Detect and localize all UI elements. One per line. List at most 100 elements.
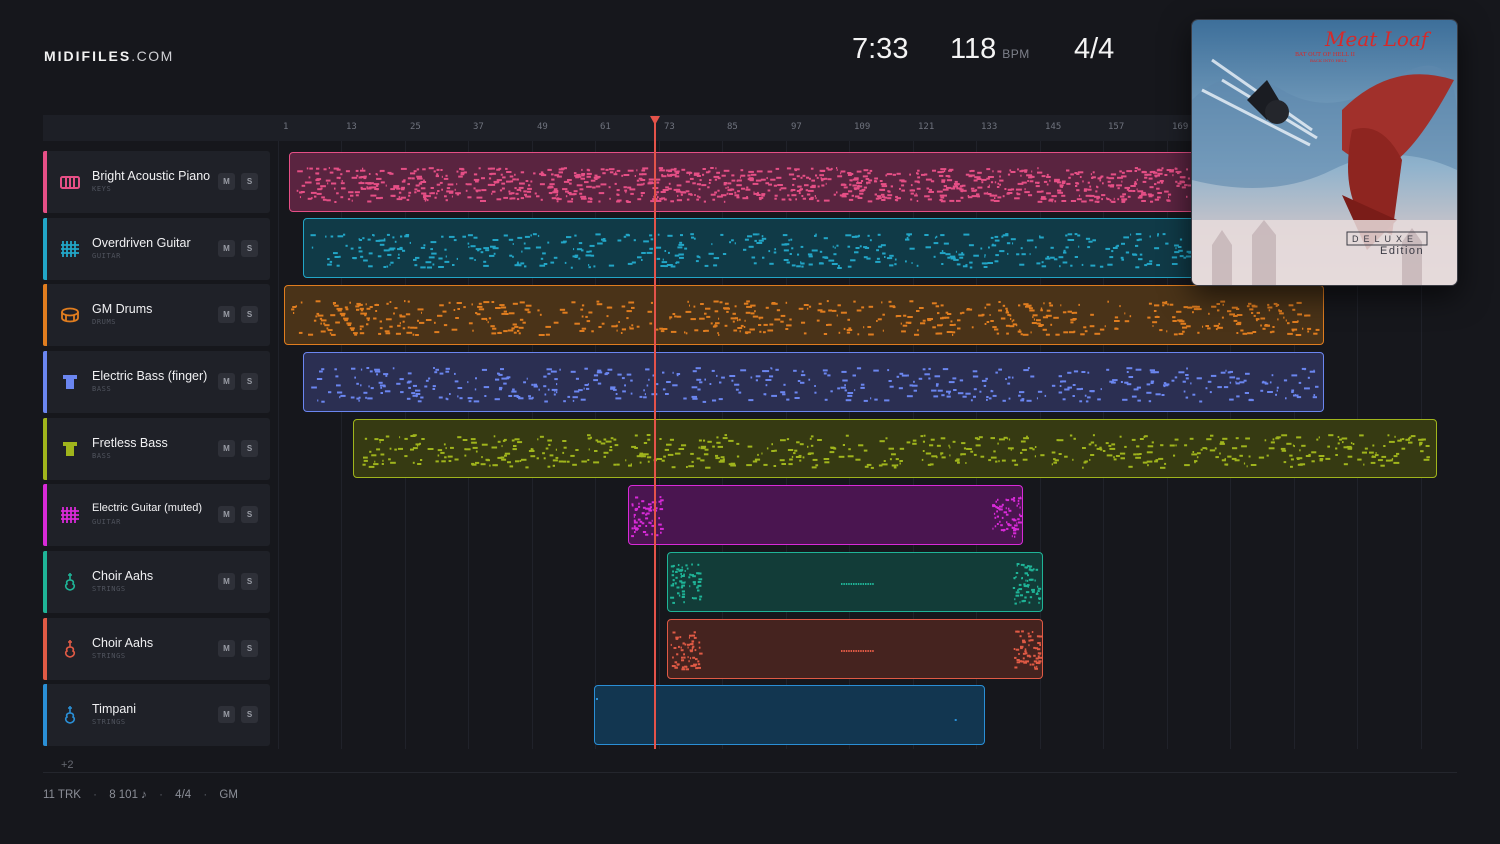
track-color-stripe <box>43 618 47 680</box>
drum-icon <box>61 307 79 323</box>
track-color-stripe <box>43 351 47 413</box>
cover-edition-label: Edition <box>1380 245 1424 257</box>
track-name: Electric Bass (finger) <box>92 369 208 383</box>
midi-clip-timpani[interactable] <box>594 685 985 745</box>
ruler-tick: 133 <box>981 122 998 132</box>
site-logo[interactable]: MIDIFILES.COM <box>44 48 174 64</box>
solo-button[interactable]: S <box>241 373 258 390</box>
mute-button[interactable]: M <box>218 640 235 657</box>
solo-button[interactable]: S <box>241 506 258 523</box>
solo-button[interactable]: S <box>241 306 258 323</box>
track-header-fretless-bass[interactable]: Fretless Bass BASS M S <box>43 418 270 480</box>
mute-button[interactable]: M <box>218 440 235 457</box>
mute-button[interactable]: M <box>218 506 235 523</box>
solo-button[interactable]: S <box>241 173 258 190</box>
footer-divider <box>43 772 1457 773</box>
tempo-readout: 118 BPM <box>950 33 1030 65</box>
track-color-stripe <box>43 218 47 280</box>
track-header-muted-guitar[interactable]: Electric Guitar (muted) GUITAR M S <box>43 484 270 546</box>
midi-clip-choir-2[interactable] <box>667 619 1043 679</box>
ruler-tick: 121 <box>918 122 935 132</box>
track-category: STRINGS <box>92 652 126 660</box>
track-header-timpani[interactable]: Timpani STRINGS M S <box>43 684 270 746</box>
ruler-tick: 109 <box>854 122 871 132</box>
track-category: STRINGS <box>92 718 126 726</box>
piano-icon <box>60 176 80 189</box>
track-color-stripe <box>43 418 47 480</box>
playhead[interactable] <box>654 123 656 749</box>
track-color-stripe <box>43 484 47 546</box>
track-category: BASS <box>92 385 112 393</box>
violin-icon <box>64 640 76 658</box>
tempo-unit: BPM <box>1002 47 1030 61</box>
track-category: BASS <box>92 452 112 460</box>
midi-clip-drums[interactable] <box>284 285 1324 345</box>
mute-button[interactable]: M <box>218 306 235 323</box>
ruler-tick: 97 <box>791 122 802 132</box>
mute-button[interactable]: M <box>218 706 235 723</box>
solo-button[interactable]: S <box>241 440 258 457</box>
violin-icon <box>64 573 76 591</box>
track-header-electric-bass[interactable]: Electric Bass (finger) BASS M S <box>43 351 270 413</box>
ruler-tick: 13 <box>346 122 357 132</box>
track-category: GUITAR <box>92 518 121 526</box>
time-signature-readout: 4/4 <box>1074 33 1115 65</box>
ruler-tick: 49 <box>537 122 548 132</box>
midi-clip-muted-guitar[interactable] <box>628 485 1023 545</box>
more-tracks-indicator[interactable]: +2 <box>61 759 74 771</box>
track-name: GM Drums <box>92 302 153 316</box>
track-header-drums[interactable]: GM Drums DRUMS M S <box>43 284 270 346</box>
track-name: Electric Guitar (muted) <box>92 502 203 514</box>
track-name: Bright Acoustic Piano <box>92 169 211 183</box>
ruler-tick: 73 <box>664 122 675 132</box>
cover-artist: Meat Loaf <box>1324 27 1432 51</box>
solo-button[interactable]: S <box>241 706 258 723</box>
ruler-tick: 61 <box>600 122 611 132</box>
bass-icon <box>63 375 77 389</box>
ruler-tick: 37 <box>473 122 484 132</box>
violin-icon <box>64 706 76 724</box>
album-art: Meat Loaf BAT OUT OF HELL II BACK INTO H… <box>1192 20 1457 285</box>
mute-button[interactable]: M <box>218 573 235 590</box>
track-color-stripe <box>43 284 47 346</box>
track-category: STRINGS <box>92 585 126 593</box>
footer-note-count: 8 101 ♪ <box>109 789 147 801</box>
track-header-choir-1[interactable]: Choir Aahs STRINGS M S <box>43 551 270 613</box>
solo-button[interactable]: S <box>241 640 258 657</box>
solo-button[interactable]: S <box>241 573 258 590</box>
track-color-stripe <box>43 684 47 746</box>
footer-separator: · <box>93 789 97 801</box>
ruler-tick: 25 <box>410 122 421 132</box>
track-category: GUITAR <box>92 252 121 260</box>
midi-clip-fretless-bass[interactable] <box>353 419 1437 478</box>
mute-button[interactable]: M <box>218 373 235 390</box>
track-color-stripe <box>43 151 47 213</box>
guitar-fretboard-icon <box>61 241 79 257</box>
cover-edition-word: DELUXE <box>1352 234 1418 244</box>
footer-separator: · <box>203 789 208 801</box>
midi-clip-choir-1[interactable] <box>667 552 1043 612</box>
track-name: Timpani <box>92 702 136 716</box>
cover-subtitle: BACK INTO HELL <box>1310 58 1348 63</box>
solo-button[interactable]: S <box>241 240 258 257</box>
track-color-stripe <box>43 551 47 613</box>
track-category: DRUMS <box>92 318 117 326</box>
mute-button[interactable]: M <box>218 173 235 190</box>
track-name: Fretless Bass <box>92 436 168 450</box>
track-category: KEYS <box>92 185 112 193</box>
track-header-piano[interactable]: Bright Acoustic Piano KEYS M S <box>43 151 270 213</box>
duration-readout: 7:33 <box>852 33 909 65</box>
footer-track-count: 11 TRK <box>43 789 81 801</box>
album-cover: Meat Loaf BAT OUT OF HELL II BACK INTO H… <box>1191 19 1458 286</box>
midi-clip-piano[interactable] <box>289 152 1324 212</box>
track-name: Overdriven Guitar <box>92 236 191 250</box>
track-header-overdriven-guitar[interactable]: Overdriven Guitar GUITAR M S <box>43 218 270 280</box>
track-header-choir-2[interactable]: Choir Aahs STRINGS M S <box>43 618 270 680</box>
mute-button[interactable]: M <box>218 240 235 257</box>
midi-clip-overdriven-guitar[interactable] <box>303 218 1324 278</box>
ruler-tick: 145 <box>1045 122 1062 132</box>
bass-icon <box>63 442 77 456</box>
midi-clip-electric-bass[interactable] <box>303 352 1324 412</box>
guitar-fretboard-icon <box>61 507 79 523</box>
ruler-tick: 169 <box>1172 122 1189 132</box>
